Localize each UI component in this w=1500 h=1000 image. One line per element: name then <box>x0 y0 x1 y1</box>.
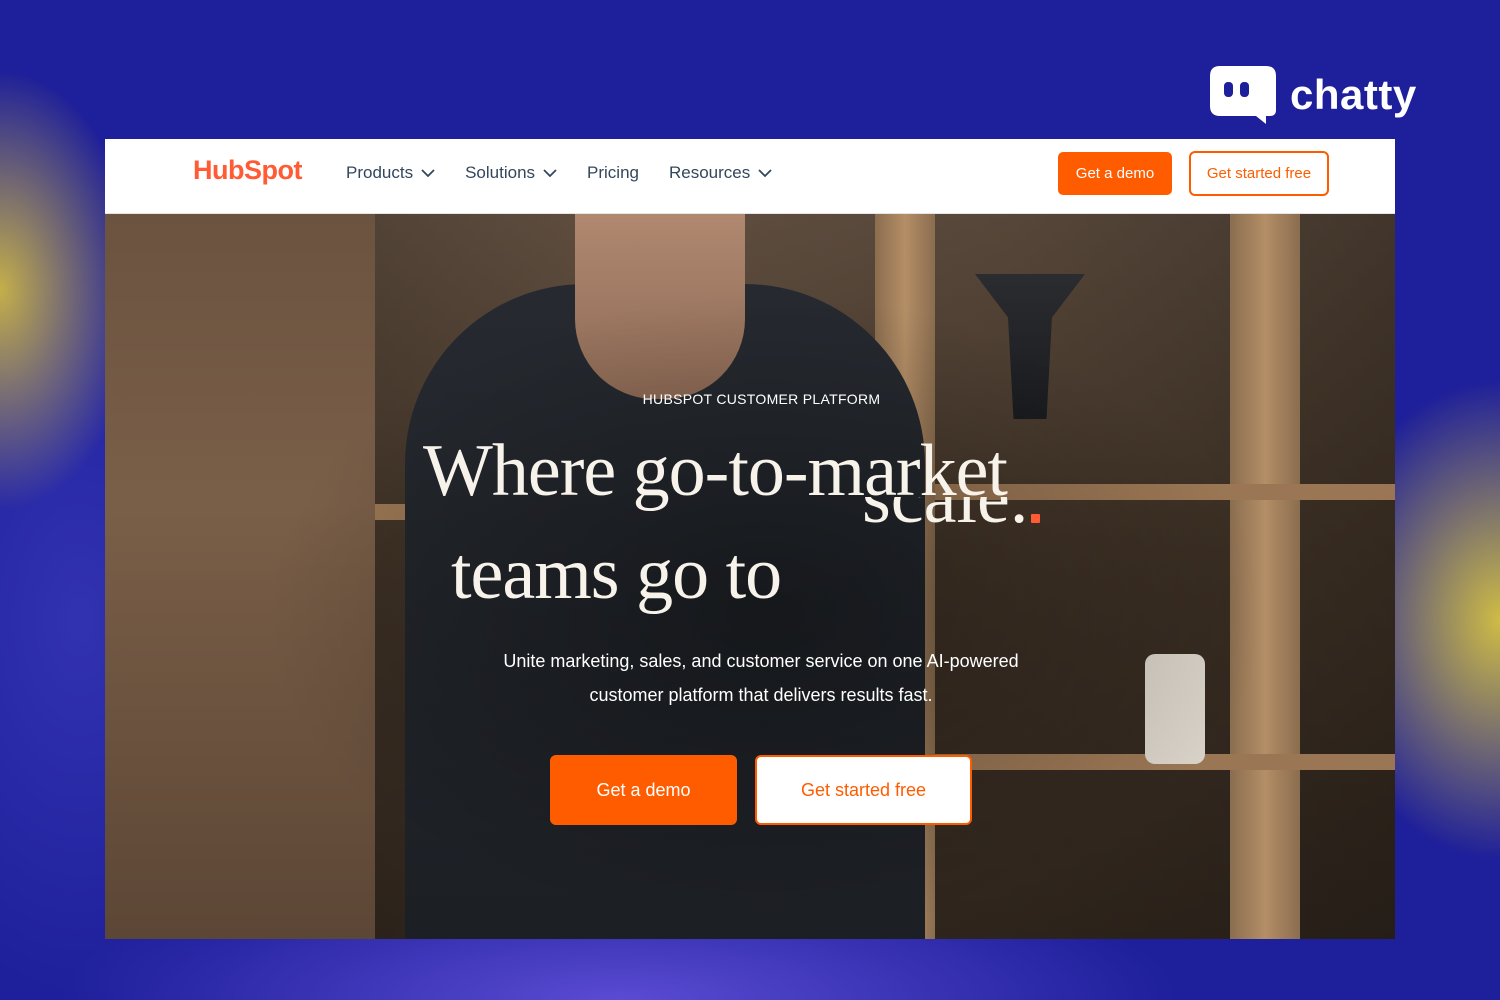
headline-period <box>1031 514 1040 523</box>
nav-item-label: Pricing <box>587 163 639 182</box>
header-get-started-free-button[interactable]: Get started free <box>1189 151 1329 196</box>
hero-headline-line2: teams go to <box>451 533 782 615</box>
chevron-down-icon <box>421 169 435 178</box>
chatty-wordmark: chatty <box>1290 71 1417 118</box>
nav-item-label: Resources <box>669 163 751 182</box>
chevron-down-icon <box>758 169 772 178</box>
site-header: HubSpot Products Solutions Pricing Resou… <box>105 139 1395 214</box>
main-nav: Products Solutions Pricing Resources <box>346 163 802 183</box>
nav-item-label: Solutions <box>465 163 536 182</box>
header-get-demo-button[interactable]: Get a demo <box>1058 152 1172 195</box>
chevron-down-icon <box>543 169 557 178</box>
nav-item-label: Products <box>346 163 414 182</box>
nav-item-solutions[interactable]: Solutions <box>465 163 557 183</box>
website-screenshot: HubSpot Products Solutions Pricing Resou… <box>105 139 1395 939</box>
nav-item-pricing[interactable]: Pricing <box>587 163 639 183</box>
nav-item-resources[interactable]: Resources <box>669 163 772 183</box>
hero-section: HUBSPOT CUSTOMER PLATFORM scale. Where g… <box>105 214 1395 939</box>
hero-eyebrow: HUBSPOT CUSTOMER PLATFORM <box>642 391 881 407</box>
hubspot-logo[interactable]: HubSpot <box>193 155 302 186</box>
nav-item-products[interactable]: Products <box>346 163 435 183</box>
chatty-brand: chatty <box>1210 66 1417 124</box>
hero-subcopy: Unite marketing, sales, and customer ser… <box>503 651 1019 705</box>
hero-get-demo-button[interactable]: Get a demo <box>550 755 737 825</box>
hero-headline-line1: Where go-to-market <box>423 430 1008 512</box>
chat-bubble-icon <box>1210 66 1278 124</box>
hero-get-started-free-button[interactable]: Get started free <box>755 755 972 825</box>
